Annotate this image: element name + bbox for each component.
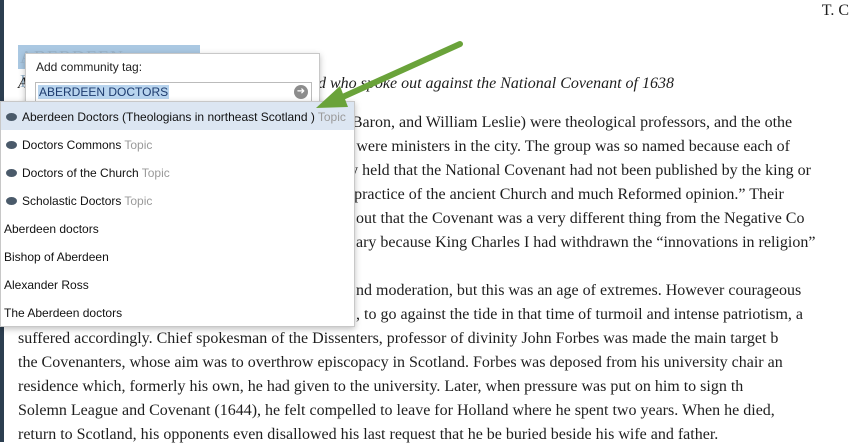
green-arrow-annotation (316, 41, 463, 108)
